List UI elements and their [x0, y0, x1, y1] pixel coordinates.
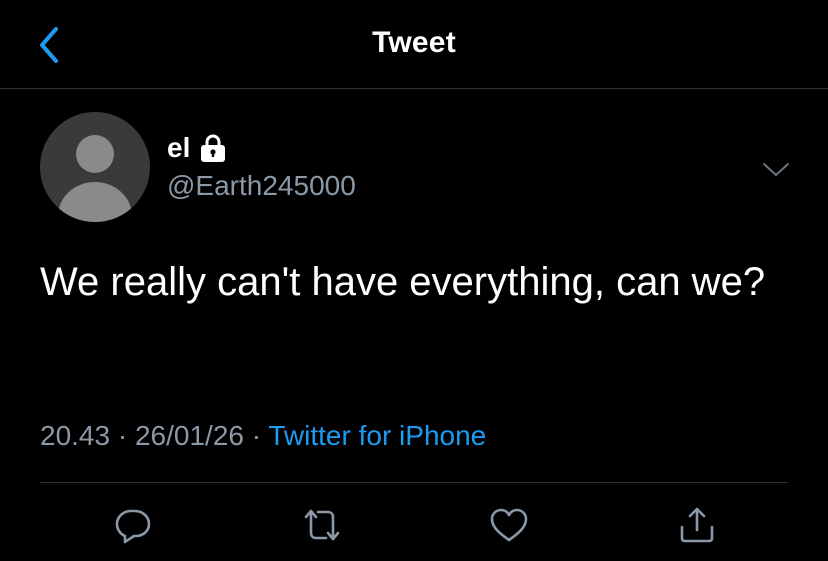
retweet-icon	[304, 509, 340, 541]
author-display-name[interactable]: el	[167, 132, 190, 164]
tweet-menu-button[interactable]	[758, 152, 794, 188]
divider	[40, 482, 788, 483]
tweet-date: 26/01/26	[134, 420, 244, 451]
tweet-text: We really can't have everything, can we?	[40, 260, 766, 304]
heart-icon	[490, 508, 528, 542]
meta-separator: ·	[251, 420, 262, 451]
lock-icon	[199, 133, 227, 163]
tweet-metadata: 20.43 · 26/01/26 · Twitter for iPhone	[40, 420, 486, 452]
default-avatar-icon	[58, 135, 132, 222]
avatar[interactable]	[40, 112, 150, 222]
chevron-down-icon	[763, 163, 789, 176]
meta-separator: ·	[117, 420, 128, 451]
tweet-source-link[interactable]: Twitter for iPhone	[268, 420, 486, 451]
page-title: Tweet	[372, 26, 456, 59]
reply-icon	[115, 509, 151, 544]
retweet-button[interactable]	[300, 503, 344, 547]
author-name-row: el	[167, 131, 227, 165]
share-button[interactable]	[675, 503, 719, 547]
like-button[interactable]	[487, 503, 531, 547]
share-icon	[680, 507, 714, 543]
author-handle[interactable]: @Earth245000	[167, 170, 356, 202]
top-bar: Tweet	[0, 0, 828, 89]
tweet-time: 20.43	[40, 420, 111, 451]
reply-button[interactable]	[111, 503, 155, 547]
